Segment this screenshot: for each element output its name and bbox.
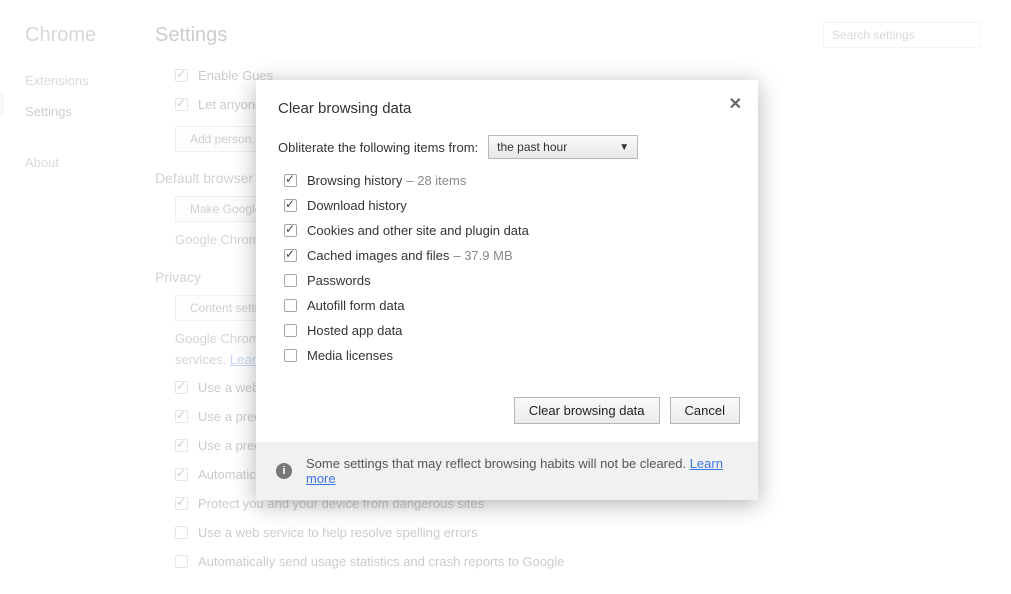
dialog-option-row: Autofill form data	[284, 298, 736, 313]
dialog-option-row: Browsing history – 28 items	[284, 173, 736, 188]
clear-browsing-data-button[interactable]: Clear browsing data	[514, 397, 660, 424]
chevron-down-icon: ▼	[619, 142, 629, 153]
dialog-option-row: Cached images and files – 37.9 MB	[284, 248, 736, 263]
option-checkbox[interactable]	[284, 299, 297, 312]
option-label: Passwords	[307, 273, 371, 288]
from-label: Obliterate the following items from:	[278, 140, 478, 155]
option-checkbox[interactable]	[284, 274, 297, 287]
option-label: Download history	[307, 198, 407, 213]
option-label: Cached images and files	[307, 248, 449, 263]
cancel-button[interactable]: Cancel	[670, 397, 740, 424]
close-icon[interactable]: ✕	[729, 94, 742, 114]
option-checkbox[interactable]	[284, 324, 297, 337]
time-range-value: the past hour	[497, 140, 567, 154]
time-range-select[interactable]: the past hour ▼	[488, 135, 638, 159]
option-extra: – 28 items	[406, 173, 466, 188]
option-label: Hosted app data	[307, 323, 402, 338]
option-extra: – 37.9 MB	[453, 248, 512, 263]
dialog-option-row: Hosted app data	[284, 323, 736, 338]
dialog-option-row: Cookies and other site and plugin data	[284, 223, 736, 238]
option-label: Browsing history	[307, 173, 402, 188]
option-label: Autofill form data	[307, 298, 405, 313]
clear-browsing-data-dialog: ✕ Clear browsing data Obliterate the fol…	[256, 80, 758, 500]
dialog-title: Clear browsing data	[278, 100, 736, 117]
option-checkbox[interactable]	[284, 224, 297, 237]
option-checkbox[interactable]	[284, 199, 297, 212]
dialog-option-row: Download history	[284, 198, 736, 213]
info-text: Some settings that may reflect browsing …	[306, 456, 686, 471]
option-label: Media licenses	[307, 348, 393, 363]
option-checkbox[interactable]	[284, 249, 297, 262]
dialog-option-row: Media licenses	[284, 348, 736, 363]
dialog-option-row: Passwords	[284, 273, 736, 288]
info-icon: i	[276, 463, 292, 479]
option-checkbox[interactable]	[284, 174, 297, 187]
option-checkbox[interactable]	[284, 349, 297, 362]
info-bar: i Some settings that may reflect browsin…	[256, 442, 758, 500]
option-label: Cookies and other site and plugin data	[307, 223, 529, 238]
